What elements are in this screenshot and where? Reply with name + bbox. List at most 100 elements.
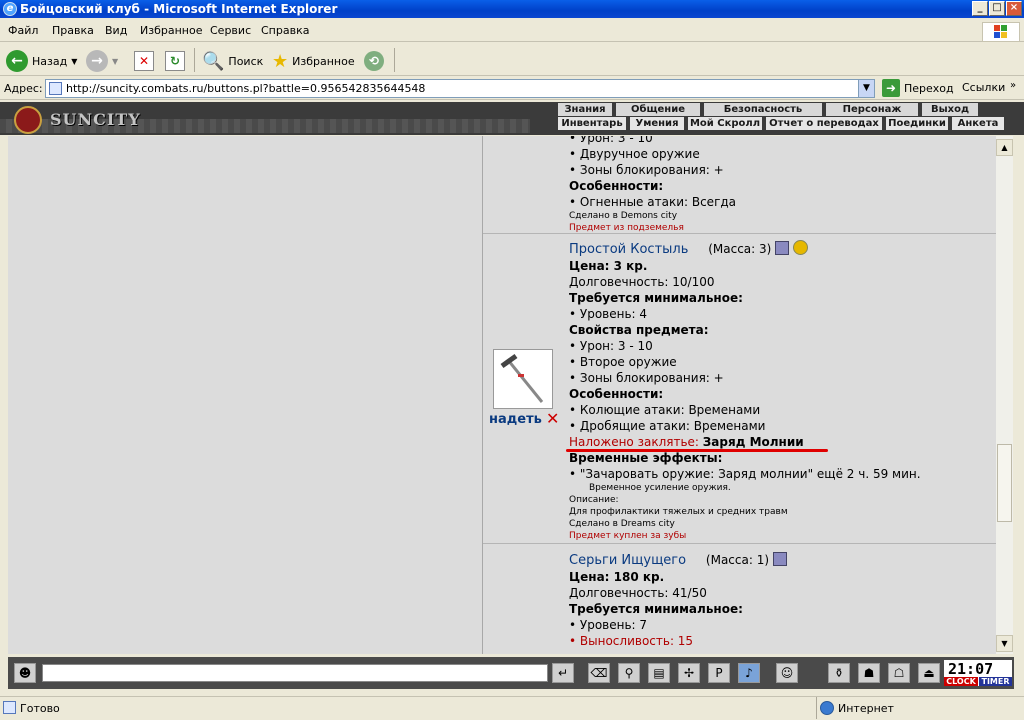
- chat-mode-icon[interactable]: ☻: [14, 663, 36, 683]
- favorites-button[interactable]: ★ Избранное: [272, 48, 355, 74]
- item-feature: • Колющие атаки: Временами: [569, 403, 761, 417]
- timer-label[interactable]: TIMER: [979, 677, 1012, 686]
- remove-icon[interactable]: ✕: [546, 409, 559, 428]
- go-arrow-icon: ➜: [882, 79, 900, 97]
- emblem-icon: [14, 106, 42, 134]
- nav-security[interactable]: Безопасность: [702, 103, 822, 116]
- nav-profile[interactable]: Анкета: [950, 117, 1004, 130]
- item-prop: • Второе оружие: [569, 355, 677, 369]
- chevron-right-icon[interactable]: »: [1010, 80, 1016, 91]
- menu-help[interactable]: Справка: [261, 24, 309, 37]
- clear-icon[interactable]: ⌫: [588, 663, 610, 683]
- item-info: Серьги Ищущего (Масса: 1) Цена: 180 кр. …: [569, 552, 787, 649]
- item-req-label: Требуется минимальное:: [569, 602, 743, 616]
- filter-icon[interactable]: ⚲: [618, 663, 640, 683]
- go-label: Переход: [904, 81, 954, 95]
- scroll-down-icon[interactable]: ▼: [996, 635, 1013, 652]
- bottle-icon[interactable]: ⚱: [828, 663, 850, 683]
- search-button[interactable]: 🔍 Поиск: [202, 48, 263, 74]
- maximize-button[interactable]: □: [989, 1, 1005, 16]
- nav-character[interactable]: Персонаж: [824, 103, 918, 116]
- item-damage: • Урон: 3 - 10: [569, 136, 653, 145]
- item-durability: Долговечность: 41/50: [569, 586, 707, 600]
- search-label: Поиск: [228, 54, 264, 68]
- scroll-up-icon[interactable]: ▲: [996, 139, 1013, 156]
- item-spell: Наложено заклятье: Заряд Молнии: [569, 434, 921, 450]
- content-scrollbar[interactable]: ▲ ▼: [996, 136, 1013, 654]
- scroll-thumb[interactable]: [997, 444, 1012, 522]
- links-button[interactable]: Ссылки: [962, 81, 1005, 94]
- artifact-icon: [792, 240, 808, 255]
- walk-icon[interactable]: ✢: [678, 663, 700, 683]
- item-title-row: Простой Костыль (Масса: 3): [569, 240, 921, 258]
- stop-icon: ✕: [134, 51, 154, 71]
- item-info: • Урон: 3 - 10 • Двуручное оружие • Зоны…: [569, 136, 736, 234]
- nav-my-scroll[interactable]: Мой Скролл: [686, 117, 762, 130]
- item-features-label: Особенности:: [569, 387, 664, 401]
- chevron-down-icon[interactable]: ▼: [71, 57, 77, 66]
- group-icon[interactable]: ☖: [888, 663, 910, 683]
- stop-button[interactable]: ✕: [134, 48, 154, 74]
- item-prop: • Зоны блокирования: +: [569, 163, 724, 177]
- logo-text: SUNCITY: [50, 110, 141, 129]
- nav-knowledge[interactable]: Знания: [556, 103, 612, 116]
- close-button[interactable]: ×: [1006, 1, 1022, 16]
- zone-text: Интернет: [838, 702, 894, 715]
- character-icon[interactable]: ☗: [858, 663, 880, 683]
- address-url: http://suncity.combats.ru/buttons.pl?bat…: [66, 82, 426, 95]
- refresh-button[interactable]: ↻: [165, 48, 185, 74]
- crutch-image[interactable]: [493, 349, 553, 409]
- item-name-link[interactable]: Простой Костыль: [569, 242, 688, 257]
- menu-edit[interactable]: Правка: [52, 24, 94, 37]
- suncity-logo: SUNCITY: [8, 104, 140, 134]
- smiley-icon[interactable]: ☺: [776, 663, 798, 683]
- back-button[interactable]: ← Назад ▼: [6, 48, 77, 74]
- history-button[interactable]: ⟲: [364, 48, 384, 74]
- item-title-row: Серьги Ищущего (Масса: 1): [569, 552, 787, 569]
- nav-exit[interactable]: Выход: [920, 103, 978, 116]
- search-icon: 🔍: [202, 50, 225, 72]
- address-bar: Адрес: http://suncity.combats.ru/buttons…: [0, 77, 1024, 100]
- address-input[interactable]: http://suncity.combats.ru/buttons.pl?bat…: [45, 79, 875, 98]
- log-icon[interactable]: ▤: [648, 663, 670, 683]
- item-name-link[interactable]: Серьги Ищущего: [569, 553, 686, 568]
- exit-icon[interactable]: ⏏: [918, 663, 940, 683]
- inventory-panel: • Урон: 3 - 10 • Двуручное оружие • Зоны…: [8, 136, 996, 654]
- go-button[interactable]: ➜ Переход: [882, 79, 954, 97]
- game-clock: 21:07 CLOCK TIMER: [944, 660, 1012, 686]
- menu-view[interactable]: Вид: [105, 24, 127, 37]
- inventory-item: Серьги Ищущего (Масса: 1) Цена: 180 кр. …: [483, 544, 996, 654]
- chevron-down-icon[interactable]: ▼: [858, 80, 874, 97]
- menu-tools[interactable]: Сервис: [210, 24, 251, 37]
- nav-inventory[interactable]: Инвентарь: [556, 117, 626, 130]
- clock-label[interactable]: CLOCK: [944, 677, 978, 686]
- minimize-button[interactable]: _: [972, 1, 988, 16]
- status-text: Готово: [20, 702, 60, 715]
- send-icon[interactable]: ↵: [552, 663, 574, 683]
- favorites-label: Избранное: [292, 54, 355, 68]
- forward-button[interactable]: → ▼: [86, 48, 118, 74]
- nav-communication[interactable]: Общение: [614, 103, 700, 116]
- menu-file[interactable]: Файл: [8, 24, 38, 37]
- nav-skills[interactable]: Умения: [628, 117, 684, 130]
- item-price: Цена: 180 кр.: [569, 570, 665, 584]
- chevron-down-icon[interactable]: ▼: [112, 57, 118, 66]
- chat-input[interactable]: [42, 664, 548, 682]
- private-icon[interactable]: P: [708, 663, 730, 683]
- music-icon[interactable]: ♪: [738, 663, 760, 683]
- globe-icon: [820, 701, 834, 715]
- item-feature: • Огненные атаки: Всегда: [569, 195, 737, 209]
- spell-name: Заряд Молнии: [702, 435, 804, 449]
- nav-transfer-report[interactable]: Отчет о переводах: [764, 117, 882, 130]
- chat-bar: ☻ ↵ ⌫ ⚲ ▤ ✢ P ♪ ☺ ⚱ ☗ ☖ ⏏: [8, 657, 1014, 689]
- item-req-unmet: • Выносливость: 15: [569, 634, 694, 648]
- equip-link[interactable]: надеть: [489, 412, 542, 427]
- window-title: Бойцовский клуб - Microsoft Internet Exp…: [20, 2, 338, 16]
- nav-duels[interactable]: Поединки: [884, 117, 948, 130]
- menu-favorites[interactable]: Избранное: [140, 24, 202, 37]
- page-icon: [49, 82, 62, 95]
- item-mass: (Масса: 3): [708, 242, 772, 256]
- inventory-item: • Урон: 3 - 10 • Двуручное оружие • Зоны…: [483, 136, 996, 234]
- item-prop: • Урон: 3 - 10: [569, 339, 653, 353]
- window-titlebar: e Бойцовский клуб - Microsoft Internet E…: [0, 0, 1024, 18]
